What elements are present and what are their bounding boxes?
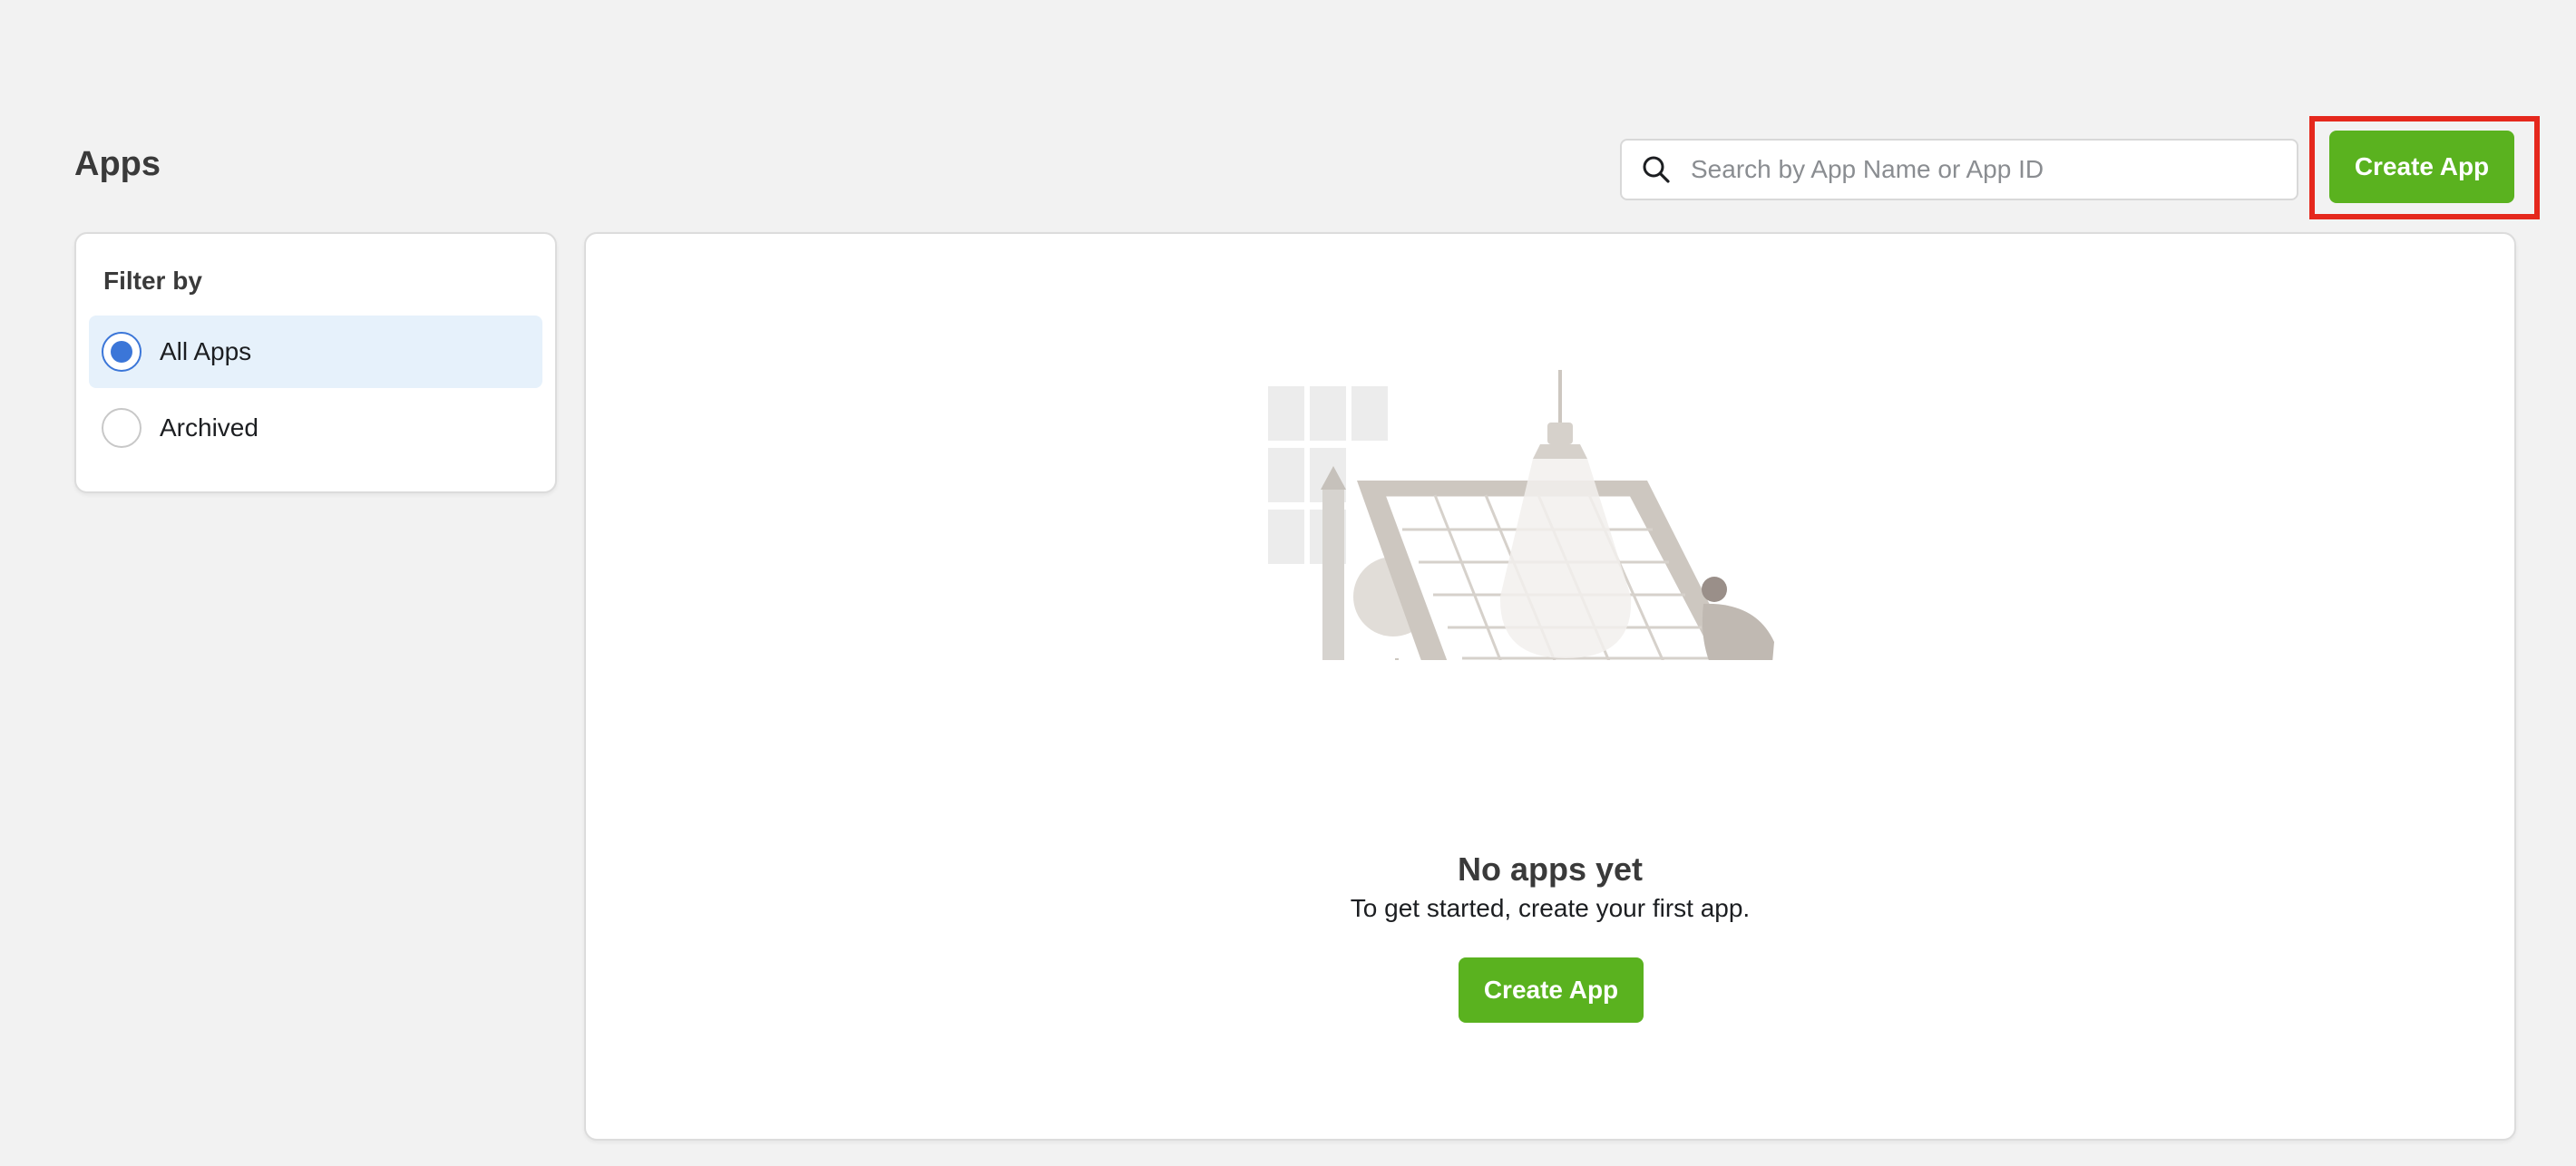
empty-state-illustration [1268,370,1774,660]
filter-option-label: Archived [160,413,259,442]
radio-all-apps[interactable] [102,332,141,372]
filter-option-label: All Apps [160,337,252,365]
empty-state-card: No apps yet To get started, create your … [584,232,2516,1141]
page-title: Apps [74,145,161,183]
create-app-empty-button[interactable]: Create App [1459,957,1644,1023]
filter-option-archived[interactable]: Archived [89,392,542,464]
radio-archived[interactable] [102,408,141,448]
create-app-button[interactable]: Create App [2329,131,2514,203]
search-input[interactable] [1689,141,2273,198]
filter-title: Filter by [103,267,202,295]
search-icon [1640,153,1673,186]
filter-panel: Filter by All Apps Archived [74,232,557,493]
empty-state-subtitle: To get started, create your first app. [1350,894,1751,922]
search-box[interactable] [1620,139,2298,200]
filter-option-all-apps[interactable]: All Apps [89,316,542,388]
empty-state-title: No apps yet [1457,850,1644,888]
